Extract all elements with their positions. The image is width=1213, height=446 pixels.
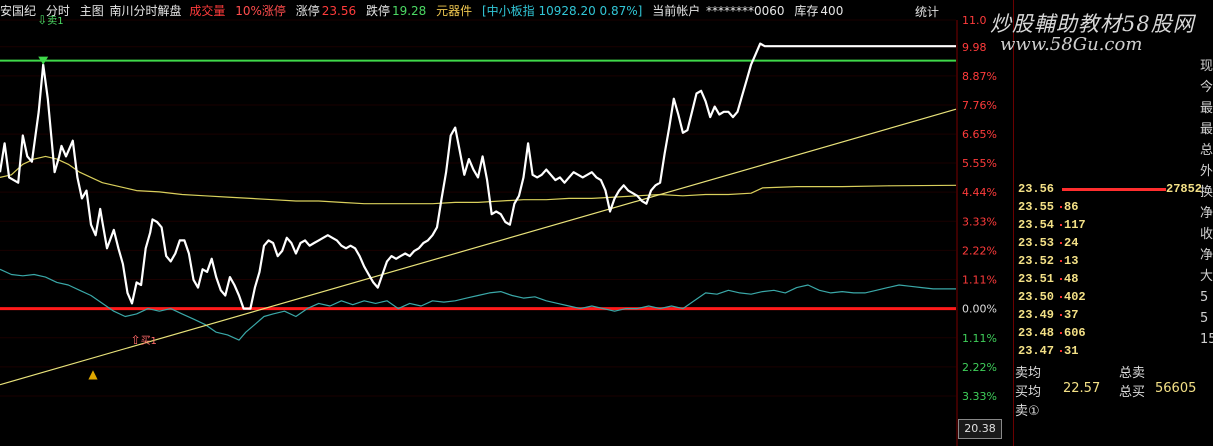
side-label: 最 xyxy=(1200,101,1213,116)
stat-button[interactable]: 统计 xyxy=(915,3,939,20)
side-labels: 现今最最总外换净收净大 5 5 15 xyxy=(1200,56,1213,350)
order-book-row: 23.50 402 xyxy=(1016,288,1198,306)
watermark-url: www.58Gu.com xyxy=(1000,34,1143,55)
bid-price: 23.53 xyxy=(1018,236,1055,250)
bid-price: 23.48 xyxy=(1018,326,1055,340)
intraday-chart[interactable]: 11.0 9.98 8.87% 7.76% 6.65% 5.55% 4.44% 3.33% 2.… xyxy=(0,0,1013,446)
y-tick-label: 7.76% xyxy=(962,99,997,112)
side-label: 5 xyxy=(1200,311,1209,326)
side-label: 总 xyxy=(1200,143,1213,158)
side-label: 外 xyxy=(1200,164,1213,179)
y-tick-label: 0.00% xyxy=(962,303,997,316)
volume-dot xyxy=(1060,332,1062,334)
marker-arrow: ▲ xyxy=(88,367,98,381)
order-book-row: 23.47 31 xyxy=(1016,342,1198,360)
side-label: 最 xyxy=(1200,122,1213,137)
arrow-up-icon: ▲ xyxy=(88,367,98,381)
y-tick-label: 1.11% xyxy=(962,332,997,345)
y-tick-label: 1.11% xyxy=(962,274,997,287)
side-label: 15 xyxy=(1200,332,1213,347)
series-layer xyxy=(0,42,957,386)
side-label: 净 xyxy=(1200,248,1213,263)
series-price-line xyxy=(0,42,956,310)
bid-volume: 31 xyxy=(1064,344,1079,358)
side-label: 现 xyxy=(1200,59,1213,74)
bid-volume: 86 xyxy=(1064,200,1079,214)
order-book-row: 23.55 86 xyxy=(1016,198,1198,216)
volume-dot xyxy=(1060,350,1062,352)
bid-volume: 117 xyxy=(1064,218,1086,232)
sell-avg-label: 卖均 xyxy=(1015,366,1042,381)
order-book-row: 23.51 48 xyxy=(1016,270,1198,288)
y-tick-label: 5.55% xyxy=(962,157,997,170)
volume-dot xyxy=(1060,260,1062,262)
y-tick-label: 4.44% xyxy=(962,186,997,199)
bid-volume: 402 xyxy=(1064,290,1086,304)
sell-arrow-icon: ⇩ xyxy=(37,13,47,27)
bid-price: 23.50 xyxy=(1018,290,1055,304)
y-tick-label: 9.98 xyxy=(962,41,987,54)
bid-price: 23.55 xyxy=(1018,200,1055,214)
side-label: 净 xyxy=(1200,206,1213,221)
top-volume: 27852 xyxy=(1166,182,1203,196)
y-tick-label: 3.33% xyxy=(962,215,997,228)
side-label: 收 xyxy=(1200,227,1213,242)
top-price: 23.56 xyxy=(1018,182,1055,196)
y-tick-label: 8.87% xyxy=(962,70,997,83)
bid-price: 23.52 xyxy=(1018,254,1055,268)
order-book-row: 23.52 13 xyxy=(1016,252,1198,270)
side-label: 大 xyxy=(1200,269,1213,284)
bid-price: 23.54 xyxy=(1018,218,1055,232)
volume-dot xyxy=(1060,278,1062,280)
y-tick-label: 11.0 xyxy=(962,14,987,27)
watermark-text: 炒股輔助教材 xyxy=(990,12,1122,36)
marker-label: 卖1 xyxy=(47,15,63,27)
buy-avg-value: 22.57 xyxy=(1063,381,1101,396)
marker-label: 买1 xyxy=(141,335,157,347)
volume-bar xyxy=(1062,188,1166,191)
volume-dot xyxy=(1060,242,1062,244)
y-tick-label: 3.33% xyxy=(962,390,997,403)
sell1-label: 卖① xyxy=(1015,404,1040,419)
bid-price: 23.51 xyxy=(1018,272,1055,286)
order-book-top: 23.56 27852 xyxy=(1016,180,1202,198)
side-label: 今 xyxy=(1200,80,1213,95)
order-book-row: 23.48 606 xyxy=(1016,324,1198,342)
bid-volume: 24 xyxy=(1064,236,1079,250)
order-book-row: 23.49 37 xyxy=(1016,306,1198,324)
total-sell-label: 总卖 xyxy=(1119,366,1146,381)
order-book-row: 23.54 117 xyxy=(1016,216,1198,234)
y-tick-label: 2.22% xyxy=(962,361,997,374)
watermark-brand: 58股网 xyxy=(1122,12,1195,36)
bid-volume: 606 xyxy=(1064,326,1086,340)
volume-dot xyxy=(1060,206,1062,208)
bid-volume: 48 xyxy=(1064,272,1079,286)
bid-price: 23.47 xyxy=(1018,344,1055,358)
y-tick-label: 2.22% xyxy=(962,244,997,257)
marker-buy: ⇧ 买1 xyxy=(131,333,157,347)
marker-layer: ⇩ 卖1 ⇧ 买1 ▲ xyxy=(37,13,157,381)
bid-price: 23.49 xyxy=(1018,308,1055,322)
axis-value-tag: 20.38 xyxy=(958,419,1002,439)
y-tick-label: 6.65% xyxy=(962,128,997,141)
total-buy-value: 56605 xyxy=(1155,381,1197,396)
volume-dot xyxy=(1060,314,1062,316)
total-buy-label: 总买 xyxy=(1119,385,1146,400)
buy-avg-label: 买均 xyxy=(1015,385,1042,400)
side-label: 5 xyxy=(1200,290,1209,305)
summary-box: 卖均 买均 22.57 卖① 总卖 总买 56605 xyxy=(1013,360,1200,446)
volume-dot xyxy=(1060,296,1062,298)
bid-volume: 13 xyxy=(1064,254,1079,268)
bid-volume: 37 xyxy=(1064,308,1079,322)
buy-arrow-icon: ⇧ xyxy=(131,333,141,347)
volume-dot xyxy=(1060,224,1062,226)
marker-sell: ⇩ 卖1 xyxy=(37,13,63,27)
order-book-row: 23.53 24 xyxy=(1016,234,1198,252)
